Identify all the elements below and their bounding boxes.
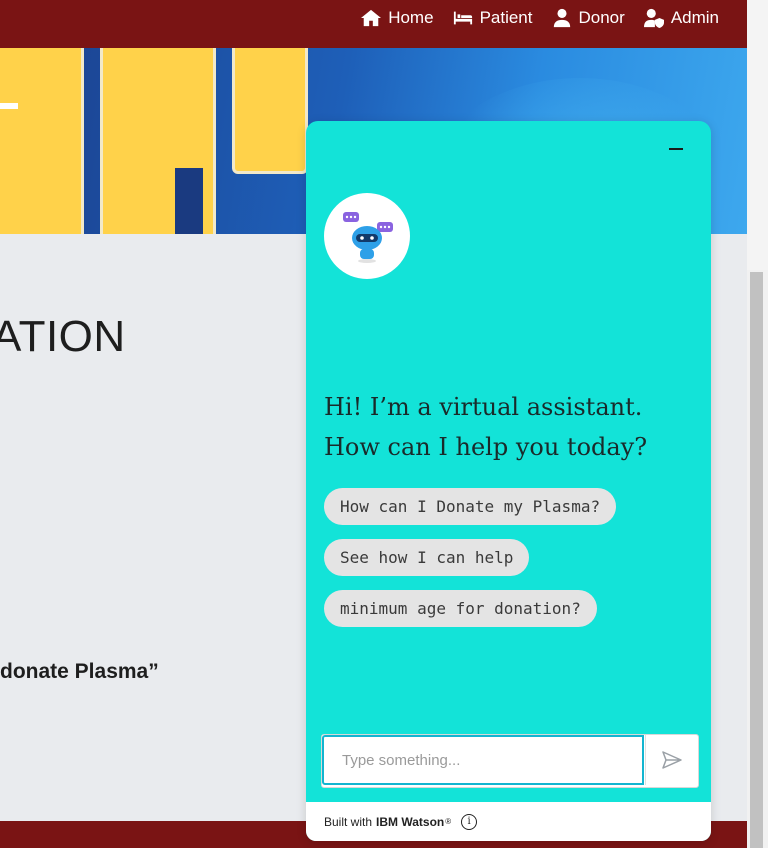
nav-donor[interactable]: Donor bbox=[551, 8, 625, 28]
suggestion-list: How can I Donate my Plasma? See how I ca… bbox=[324, 488, 617, 627]
banner-figure-mark bbox=[0, 103, 18, 109]
bot-avatar bbox=[324, 193, 410, 279]
banner-letter-block bbox=[0, 48, 84, 234]
page-heading: ATION bbox=[0, 312, 126, 361]
chat-message-input[interactable] bbox=[322, 735, 644, 785]
minimize-icon[interactable] bbox=[669, 148, 683, 150]
suggestion-chip-minimum-age[interactable]: minimum age for donation? bbox=[324, 590, 597, 627]
nav-admin-label: Admin bbox=[670, 8, 719, 27]
chat-footer: Built with IBM Watson ® i bbox=[306, 802, 711, 841]
nav-patient[interactable]: Patient bbox=[452, 8, 533, 28]
home-icon bbox=[361, 9, 382, 27]
chat-composer bbox=[321, 734, 699, 788]
nav-admin[interactable]: Admin bbox=[643, 8, 719, 28]
page-scrollbar[interactable] bbox=[747, 0, 768, 848]
banner-letter-gap bbox=[175, 168, 203, 234]
nav-patient-label: Patient bbox=[479, 8, 533, 27]
suggestion-chip-see-help[interactable]: See how I can help bbox=[324, 539, 530, 576]
footer-registered-mark: ® bbox=[445, 817, 452, 826]
send-icon bbox=[662, 751, 682, 769]
info-icon[interactable]: i bbox=[461, 813, 478, 830]
scrollbar-track[interactable] bbox=[747, 0, 768, 270]
page-quote: donate Plasma” bbox=[0, 660, 159, 683]
footer-brand: IBM Watson bbox=[376, 814, 445, 829]
nav-home-label: Home bbox=[388, 8, 434, 27]
banner-letter-block bbox=[232, 48, 308, 174]
scrollbar-thumb[interactable] bbox=[750, 272, 763, 848]
suggestion-chip-donate-plasma[interactable]: How can I Donate my Plasma? bbox=[324, 488, 617, 525]
chat-widget: Hi! I’m a virtual assistant. How can I h… bbox=[306, 121, 711, 841]
bed-icon bbox=[453, 11, 472, 25]
chat-greeting: Hi! I’m a virtual assistant. How can I h… bbox=[324, 393, 648, 461]
top-navbar: Home Patient Donor Admin bbox=[0, 0, 747, 48]
main-nav: Home Patient Donor Admin bbox=[360, 0, 719, 36]
nav-donor-label: Donor bbox=[578, 8, 625, 27]
footer-prefix: Built with bbox=[324, 814, 373, 829]
send-button[interactable] bbox=[645, 735, 698, 785]
user-icon bbox=[553, 8, 570, 28]
nav-home[interactable]: Home bbox=[360, 8, 434, 28]
robot-icon bbox=[343, 212, 393, 263]
user-shield-icon bbox=[643, 8, 664, 28]
